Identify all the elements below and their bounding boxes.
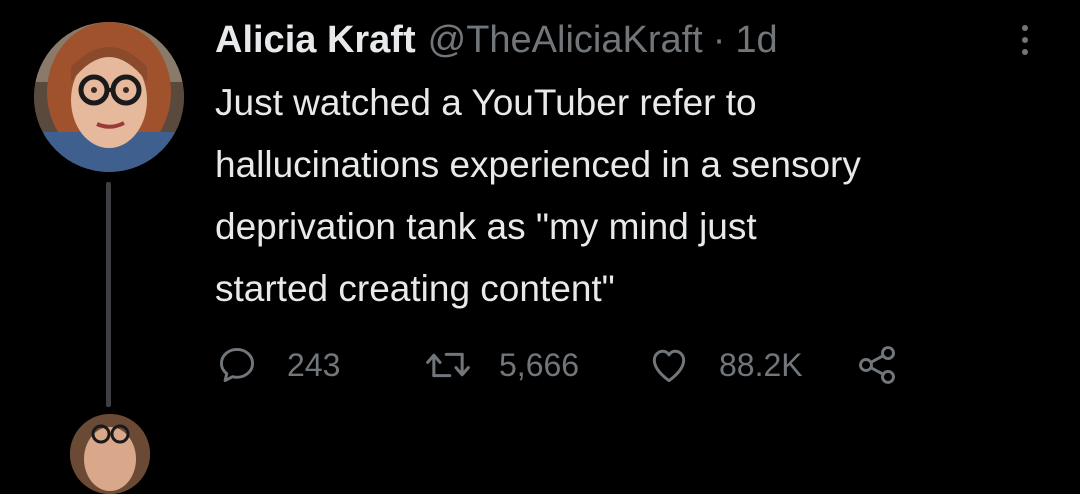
timestamp[interactable]: 1d	[735, 18, 777, 62]
tweet-text-line: deprivation tank as "my mind just	[215, 206, 757, 247]
more-vertical-icon[interactable]	[1015, 18, 1035, 62]
next-tweet-avatar[interactable]	[70, 414, 150, 494]
thread-line	[106, 182, 111, 407]
user-handle[interactable]: @TheAliciaKraft	[428, 18, 703, 62]
tweet-text-line: hallucinations experienced in a sensory	[215, 144, 861, 185]
separator-dot: ·	[712, 19, 726, 61]
share-icon	[859, 346, 895, 384]
like-count: 88.2K	[719, 346, 803, 383]
tweet[interactable]: Alicia Kraft @TheAliciaKraft · 1d Just w…	[0, 0, 1080, 494]
like-button[interactable]: 88.2K	[647, 340, 803, 390]
tweet-actions: 243 5,666 88.2K	[215, 340, 935, 390]
tweet-text-line: started creating content"	[215, 268, 615, 309]
avatar-photo	[34, 22, 184, 172]
tweet-text: Just watched a YouTuber refer to halluci…	[215, 72, 1045, 320]
tweet-header: Alicia Kraft @TheAliciaKraft · 1d	[215, 18, 778, 62]
retweet-button[interactable]: 5,666	[425, 340, 579, 390]
reply-button[interactable]: 243	[215, 340, 340, 390]
reply-count: 243	[287, 346, 341, 383]
reply-icon	[219, 347, 255, 383]
avatar[interactable]	[34, 22, 184, 172]
tweet-text-line: Just watched a YouTuber refer to	[215, 82, 757, 123]
avatar-photo	[70, 414, 150, 494]
display-name[interactable]: Alicia Kraft	[215, 18, 416, 62]
share-button[interactable]	[855, 340, 899, 390]
retweet-icon	[426, 352, 470, 378]
retweet-count: 5,666	[499, 346, 580, 383]
heart-icon	[652, 349, 686, 383]
